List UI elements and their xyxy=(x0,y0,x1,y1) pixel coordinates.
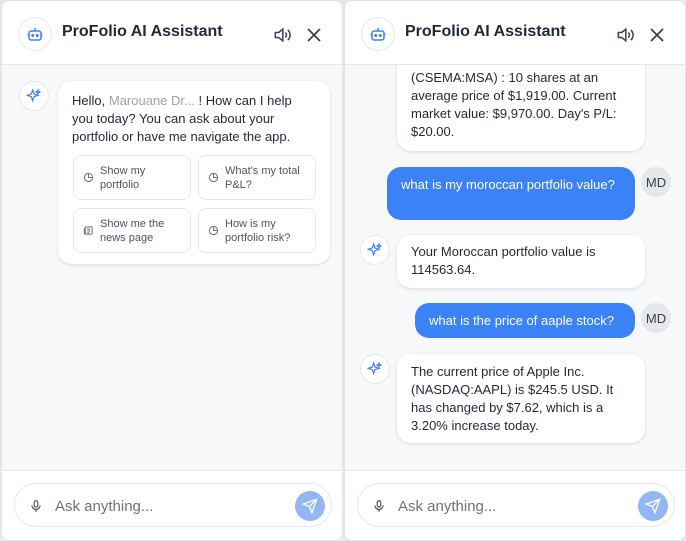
speaker-button[interactable] xyxy=(615,25,635,45)
send-icon xyxy=(645,498,661,514)
sparkle-icon xyxy=(19,81,49,111)
app-title: ProFolio AI Assistant xyxy=(405,23,566,40)
pie-chart-icon xyxy=(83,172,94,183)
sparkle-icon xyxy=(360,354,390,384)
app-title: ProFolio AI Assistant xyxy=(62,23,223,40)
chat-input[interactable] xyxy=(55,494,275,518)
pie-chart-icon xyxy=(208,225,219,236)
close-button[interactable] xyxy=(304,25,324,45)
robot-icon xyxy=(18,17,52,51)
sparkle-icon xyxy=(360,235,390,265)
chat-header: ProFolio AI Assistant xyxy=(2,1,342,65)
ai-message: The current price of Apple Inc. (NASDAQ:… xyxy=(397,354,645,443)
chat-input-box xyxy=(14,483,332,527)
close-button[interactable] xyxy=(647,25,667,45)
chat-input-box xyxy=(357,483,675,527)
user-message: what is the price of aaple stock? xyxy=(415,303,635,338)
suggestion-portfolio-risk[interactable]: How is my portfolio risk? xyxy=(198,208,316,253)
close-icon xyxy=(307,28,321,42)
user-name: Marouane Dr... xyxy=(108,93,199,108)
speaker-icon xyxy=(617,27,634,43)
suggestion-show-portfolio[interactable]: Show my portfolio xyxy=(73,155,191,200)
suggestion-total-pnl[interactable]: What's my total P&L? xyxy=(198,155,316,200)
speaker-button[interactable] xyxy=(272,25,292,45)
ai-message: Your Moroccan portfolio value is 114563.… xyxy=(397,235,645,288)
send-icon xyxy=(302,498,318,514)
avatar: MD xyxy=(641,303,671,333)
speaker-icon xyxy=(274,27,291,43)
chat-footer xyxy=(345,470,685,540)
send-button[interactable] xyxy=(638,491,668,521)
send-button[interactable] xyxy=(295,491,325,521)
chat-header: ProFolio AI Assistant xyxy=(345,1,685,65)
user-message: what is my moroccan portfolio value? xyxy=(387,167,635,220)
microphone-icon[interactable] xyxy=(29,498,43,519)
newspaper-icon xyxy=(83,226,93,235)
robot-icon xyxy=(361,17,395,51)
suggestion-news-page[interactable]: Show me the news page xyxy=(73,208,191,253)
close-icon xyxy=(650,28,664,42)
avatar: MD xyxy=(641,167,671,197)
microphone-icon[interactable] xyxy=(372,498,386,519)
welcome-text: Hello, Marouane Dr... ! How can I help y… xyxy=(72,93,292,144)
chat-panel-right: (CSEMA:MSA) : 10 shares at an average pr… xyxy=(344,0,686,541)
chat-footer xyxy=(2,470,342,540)
pie-chart-icon xyxy=(208,172,219,183)
chat-panel-left: ProFolio AI Assistant Hello, Marouane Dr… xyxy=(1,0,343,541)
chat-input[interactable] xyxy=(398,494,618,518)
